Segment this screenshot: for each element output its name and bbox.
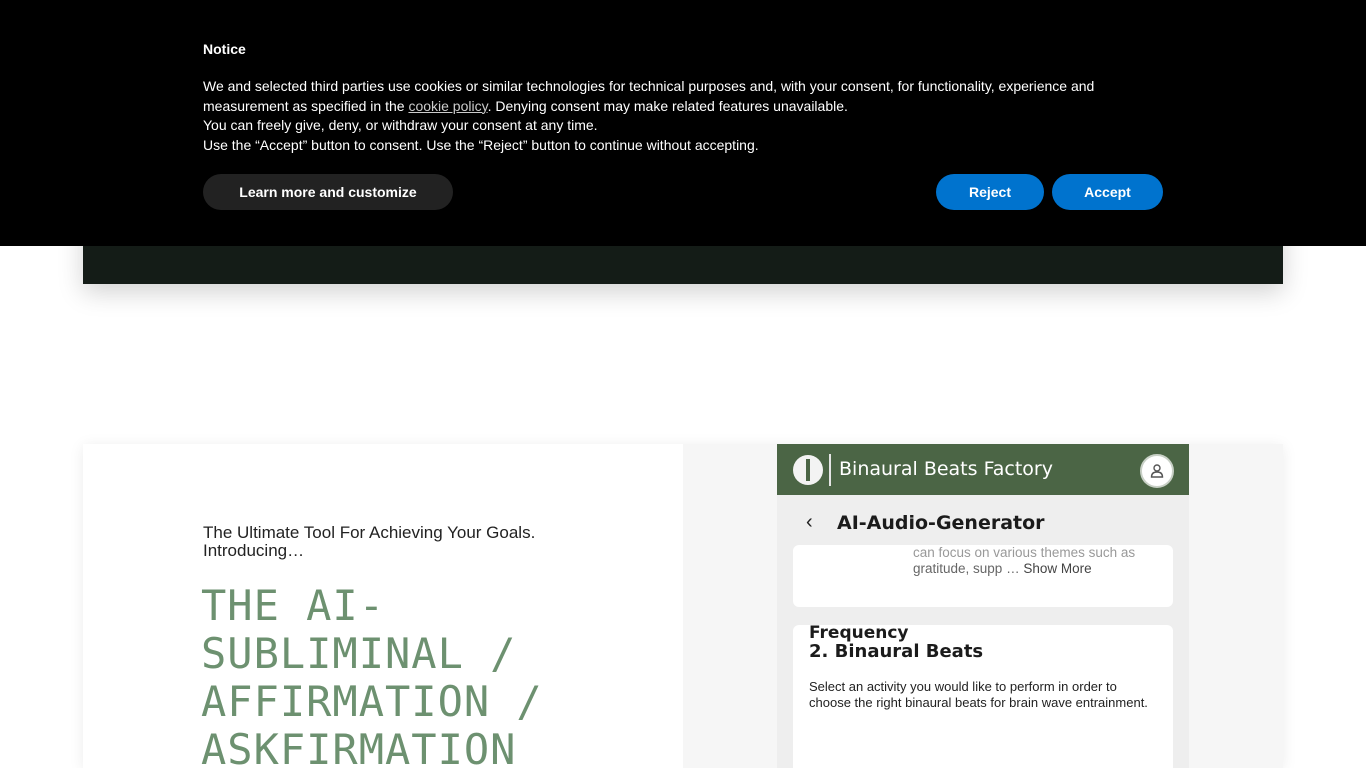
- app-logo-icon: [793, 455, 823, 485]
- notice-title: Notice: [203, 41, 246, 57]
- hero-section: The Ultimate Tool For Achieving Your Goa…: [83, 444, 1283, 768]
- logo-divider: [829, 454, 831, 486]
- hero-headline: THE AI-SUBLIMINAL / AFFIRMATION / ASKFIR…: [201, 581, 543, 768]
- hero-intro: The Ultimate Tool For Achieving Your Goa…: [203, 523, 536, 560]
- cookie-notice: Notice We and selected third parties use…: [0, 0, 1366, 246]
- app-page-heading: AI-Audio-Generator: [837, 512, 1045, 534]
- notice-paragraph-3: Use the “Accept” button to consent. Use …: [203, 136, 759, 153]
- frequency-label: Frequency: [809, 623, 909, 643]
- binaural-beats-card: 2. Binaural Beats Select an activity you…: [793, 625, 1173, 768]
- description-line: gratitude, supp …: [913, 561, 1020, 576]
- binaural-beats-heading: 2. Binaural Beats: [809, 641, 984, 662]
- notice-paragraph-2: You can freely give, deny, or withdraw y…: [203, 117, 598, 133]
- cookie-policy-link[interactable]: cookie policy: [408, 98, 487, 114]
- reject-button[interactable]: Reject: [936, 174, 1044, 210]
- app-title: Binaural Beats Factory: [839, 458, 1053, 480]
- notice-text-1b: . Denying consent may make related featu…: [487, 97, 848, 114]
- user-icon: [1140, 454, 1174, 488]
- notice-paragraph-1: We and selected third parties use cookie…: [203, 77, 1143, 116]
- app-screenshot: Binaural Beats Factory ‹ AI-Audio-Genera…: [777, 444, 1189, 768]
- description-cut-line: can focus on various themes such as: [913, 545, 1136, 560]
- app-content: ‹ AI-Audio-Generator can focus on variou…: [777, 495, 1189, 768]
- description-text: can focus on various themes such as grat…: [913, 545, 1163, 577]
- show-more-link: Show More: [1023, 561, 1092, 576]
- hero-left-column: The Ultimate Tool For Achieving Your Goa…: [83, 444, 683, 768]
- description-card: can focus on various themes such as grat…: [793, 545, 1173, 607]
- learn-more-button[interactable]: Learn more and customize: [203, 174, 453, 210]
- app-top-bar: Binaural Beats Factory: [777, 444, 1189, 495]
- binaural-beats-description: Select an activity you would like to per…: [809, 679, 1148, 710]
- hero-right-column: Binaural Beats Factory ‹ AI-Audio-Genera…: [683, 444, 1283, 768]
- back-chevron-icon: ‹: [806, 511, 813, 533]
- accept-button[interactable]: Accept: [1052, 174, 1163, 210]
- notice-body: We and selected third parties use cookie…: [203, 77, 1143, 155]
